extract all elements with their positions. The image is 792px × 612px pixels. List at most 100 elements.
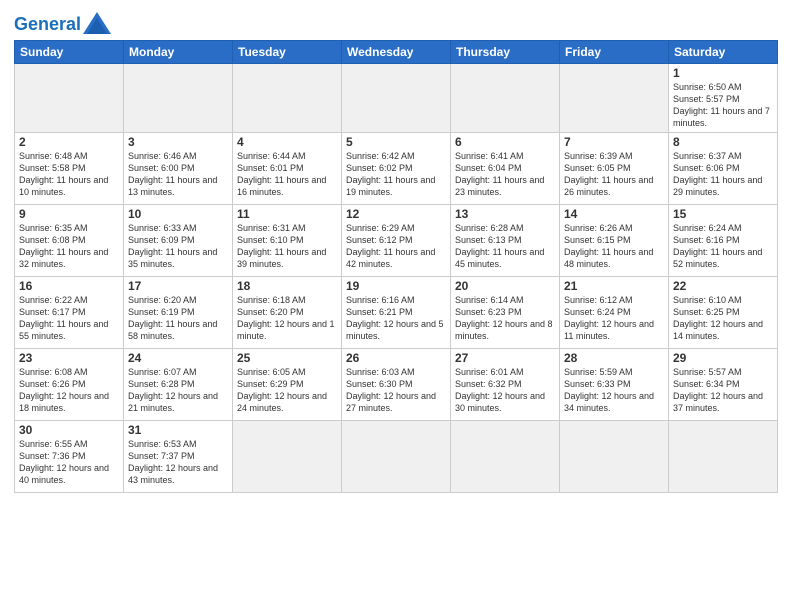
calendar-cell: 28Sunrise: 5:59 AM Sunset: 6:33 PM Dayli… [560, 348, 669, 420]
day-info: Sunrise: 6:08 AM Sunset: 6:26 PM Dayligh… [19, 366, 119, 415]
day-number: 29 [673, 351, 773, 365]
header: General [14, 10, 778, 34]
logo-text: General [14, 15, 81, 33]
weekday-header-friday: Friday [560, 41, 669, 64]
day-number: 22 [673, 279, 773, 293]
day-info: Sunrise: 6:39 AM Sunset: 6:05 PM Dayligh… [564, 150, 664, 199]
logo-general: General [14, 14, 81, 34]
weekday-header-thursday: Thursday [451, 41, 560, 64]
day-info: Sunrise: 6:26 AM Sunset: 6:15 PM Dayligh… [564, 222, 664, 271]
logo: General [14, 14, 111, 34]
day-info: Sunrise: 6:46 AM Sunset: 6:00 PM Dayligh… [128, 150, 228, 199]
day-info: Sunrise: 6:41 AM Sunset: 6:04 PM Dayligh… [455, 150, 555, 199]
day-number: 20 [455, 279, 555, 293]
calendar-week-5: 23Sunrise: 6:08 AM Sunset: 6:26 PM Dayli… [15, 348, 778, 420]
calendar-cell: 8Sunrise: 6:37 AM Sunset: 6:06 PM Daylig… [669, 132, 778, 204]
day-number: 25 [237, 351, 337, 365]
calendar-cell: 29Sunrise: 5:57 AM Sunset: 6:34 PM Dayli… [669, 348, 778, 420]
day-number: 13 [455, 207, 555, 221]
calendar-cell: 3Sunrise: 6:46 AM Sunset: 6:00 PM Daylig… [124, 132, 233, 204]
weekday-header-monday: Monday [124, 41, 233, 64]
day-info: Sunrise: 6:03 AM Sunset: 6:30 PM Dayligh… [346, 366, 446, 415]
calendar-cell [669, 420, 778, 492]
day-info: Sunrise: 6:53 AM Sunset: 7:37 PM Dayligh… [128, 438, 228, 487]
calendar-cell: 25Sunrise: 6:05 AM Sunset: 6:29 PM Dayli… [233, 348, 342, 420]
calendar-cell: 4Sunrise: 6:44 AM Sunset: 6:01 PM Daylig… [233, 132, 342, 204]
calendar-cell [124, 64, 233, 133]
day-info: Sunrise: 6:44 AM Sunset: 6:01 PM Dayligh… [237, 150, 337, 199]
day-number: 21 [564, 279, 664, 293]
calendar-cell: 26Sunrise: 6:03 AM Sunset: 6:30 PM Dayli… [342, 348, 451, 420]
page: General SundayMondayTuesdayWednesdayThur… [0, 0, 792, 612]
calendar-cell: 13Sunrise: 6:28 AM Sunset: 6:13 PM Dayli… [451, 204, 560, 276]
day-info: Sunrise: 6:28 AM Sunset: 6:13 PM Dayligh… [455, 222, 555, 271]
calendar-cell [451, 420, 560, 492]
calendar-cell: 15Sunrise: 6:24 AM Sunset: 6:16 PM Dayli… [669, 204, 778, 276]
day-number: 2 [19, 135, 119, 149]
calendar-week-3: 9Sunrise: 6:35 AM Sunset: 6:08 PM Daylig… [15, 204, 778, 276]
calendar-cell [560, 420, 669, 492]
calendar-cell: 9Sunrise: 6:35 AM Sunset: 6:08 PM Daylig… [15, 204, 124, 276]
weekday-header-sunday: Sunday [15, 41, 124, 64]
calendar-cell: 2Sunrise: 6:48 AM Sunset: 5:58 PM Daylig… [15, 132, 124, 204]
day-number: 6 [455, 135, 555, 149]
day-number: 24 [128, 351, 228, 365]
calendar-cell: 16Sunrise: 6:22 AM Sunset: 6:17 PM Dayli… [15, 276, 124, 348]
calendar-cell [451, 64, 560, 133]
calendar-cell: 11Sunrise: 6:31 AM Sunset: 6:10 PM Dayli… [233, 204, 342, 276]
calendar-cell: 23Sunrise: 6:08 AM Sunset: 6:26 PM Dayli… [15, 348, 124, 420]
calendar-cell: 12Sunrise: 6:29 AM Sunset: 6:12 PM Dayli… [342, 204, 451, 276]
calendar-cell [560, 64, 669, 133]
calendar-cell: 14Sunrise: 6:26 AM Sunset: 6:15 PM Dayli… [560, 204, 669, 276]
day-number: 10 [128, 207, 228, 221]
day-number: 30 [19, 423, 119, 437]
calendar-cell: 10Sunrise: 6:33 AM Sunset: 6:09 PM Dayli… [124, 204, 233, 276]
day-info: Sunrise: 6:07 AM Sunset: 6:28 PM Dayligh… [128, 366, 228, 415]
day-info: Sunrise: 6:12 AM Sunset: 6:24 PM Dayligh… [564, 294, 664, 343]
weekday-header-wednesday: Wednesday [342, 41, 451, 64]
day-number: 19 [346, 279, 446, 293]
calendar-cell: 21Sunrise: 6:12 AM Sunset: 6:24 PM Dayli… [560, 276, 669, 348]
calendar-cell: 20Sunrise: 6:14 AM Sunset: 6:23 PM Dayli… [451, 276, 560, 348]
day-number: 27 [455, 351, 555, 365]
calendar-cell: 7Sunrise: 6:39 AM Sunset: 6:05 PM Daylig… [560, 132, 669, 204]
calendar-cell: 6Sunrise: 6:41 AM Sunset: 6:04 PM Daylig… [451, 132, 560, 204]
day-info: Sunrise: 5:57 AM Sunset: 6:34 PM Dayligh… [673, 366, 773, 415]
calendar-cell: 5Sunrise: 6:42 AM Sunset: 6:02 PM Daylig… [342, 132, 451, 204]
calendar-cell: 27Sunrise: 6:01 AM Sunset: 6:32 PM Dayli… [451, 348, 560, 420]
day-info: Sunrise: 6:37 AM Sunset: 6:06 PM Dayligh… [673, 150, 773, 199]
calendar-cell: 1Sunrise: 6:50 AM Sunset: 5:57 PM Daylig… [669, 64, 778, 133]
day-info: Sunrise: 6:31 AM Sunset: 6:10 PM Dayligh… [237, 222, 337, 271]
day-number: 31 [128, 423, 228, 437]
day-number: 15 [673, 207, 773, 221]
day-number: 12 [346, 207, 446, 221]
calendar-week-6: 30Sunrise: 6:55 AM Sunset: 7:36 PM Dayli… [15, 420, 778, 492]
calendar-week-2: 2Sunrise: 6:48 AM Sunset: 5:58 PM Daylig… [15, 132, 778, 204]
calendar-cell: 17Sunrise: 6:20 AM Sunset: 6:19 PM Dayli… [124, 276, 233, 348]
day-number: 1 [673, 66, 773, 80]
day-number: 9 [19, 207, 119, 221]
calendar-cell [233, 64, 342, 133]
day-number: 14 [564, 207, 664, 221]
day-info: Sunrise: 6:24 AM Sunset: 6:16 PM Dayligh… [673, 222, 773, 271]
calendar-cell: 24Sunrise: 6:07 AM Sunset: 6:28 PM Dayli… [124, 348, 233, 420]
day-number: 3 [128, 135, 228, 149]
day-info: Sunrise: 6:20 AM Sunset: 6:19 PM Dayligh… [128, 294, 228, 343]
calendar-cell: 22Sunrise: 6:10 AM Sunset: 6:25 PM Dayli… [669, 276, 778, 348]
logo-icon [83, 12, 111, 34]
day-number: 7 [564, 135, 664, 149]
day-info: Sunrise: 6:35 AM Sunset: 6:08 PM Dayligh… [19, 222, 119, 271]
day-info: Sunrise: 6:29 AM Sunset: 6:12 PM Dayligh… [346, 222, 446, 271]
calendar-cell [15, 64, 124, 133]
calendar-cell: 19Sunrise: 6:16 AM Sunset: 6:21 PM Dayli… [342, 276, 451, 348]
day-number: 4 [237, 135, 337, 149]
weekday-header-tuesday: Tuesday [233, 41, 342, 64]
day-info: Sunrise: 6:33 AM Sunset: 6:09 PM Dayligh… [128, 222, 228, 271]
day-number: 5 [346, 135, 446, 149]
day-info: Sunrise: 6:48 AM Sunset: 5:58 PM Dayligh… [19, 150, 119, 199]
calendar-cell: 30Sunrise: 6:55 AM Sunset: 7:36 PM Dayli… [15, 420, 124, 492]
day-number: 16 [19, 279, 119, 293]
day-info: Sunrise: 6:55 AM Sunset: 7:36 PM Dayligh… [19, 438, 119, 487]
day-info: Sunrise: 6:14 AM Sunset: 6:23 PM Dayligh… [455, 294, 555, 343]
day-info: Sunrise: 6:16 AM Sunset: 6:21 PM Dayligh… [346, 294, 446, 343]
